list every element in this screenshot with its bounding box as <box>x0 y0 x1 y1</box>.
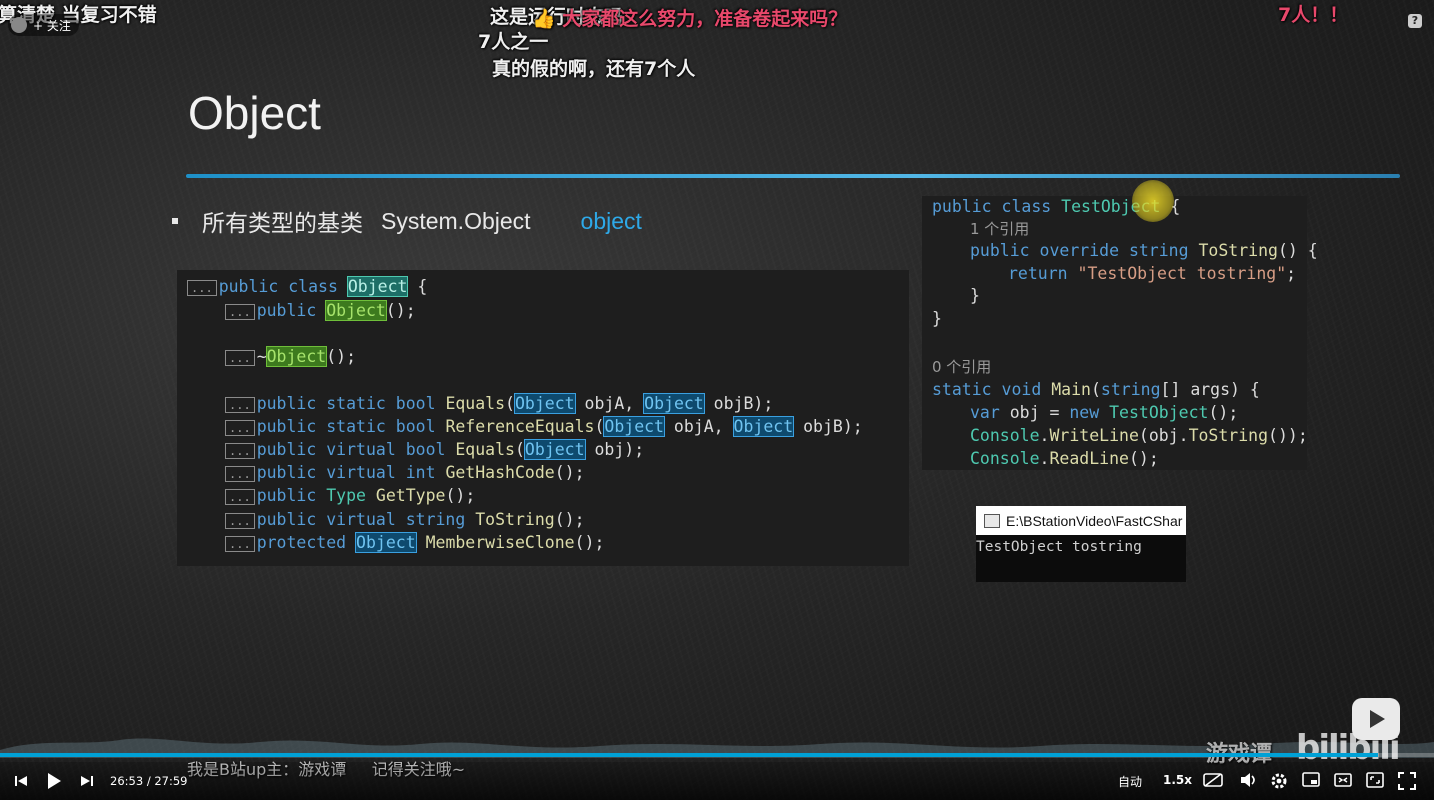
console-output: TestObject tostring <box>976 539 1142 555</box>
console-window: E:\BStationVideo\FastCShar TestObject to… <box>976 506 1186 582</box>
bullet-dot <box>172 218 178 224</box>
bullet-keyword-object: object <box>580 207 642 234</box>
danmaku-comment: 👍 大家都这么努力，准备卷起来吗？ <box>532 8 848 30</box>
code-line: ... protected Object MemberwiseClone(); <box>225 532 604 554</box>
speed-button[interactable]: 1.5x <box>1163 773 1192 787</box>
time-separator: / <box>146 774 151 788</box>
time-display: 26:53 / 27:59 <box>110 774 188 788</box>
console-window-icon <box>984 513 1000 528</box>
progress-bar[interactable] <box>0 753 1434 757</box>
code-line: ... public Type GetType(); <box>225 485 475 507</box>
code-line: ... public static bool ReferenceEquals(Ob… <box>225 416 863 438</box>
danmaku-comment: 真的假的啊，还有7个人 <box>492 58 696 80</box>
picture-in-picture-icon[interactable] <box>1302 772 1320 788</box>
fullscreen-icon[interactable] <box>1398 772 1416 790</box>
code-line: var obj = new TestObject(); <box>970 403 1239 422</box>
reference-count: 0 个引用 <box>932 358 992 376</box>
object-definition-code: ... public class Object { ... public Objec… <box>177 270 909 566</box>
bilibili-tv-icon <box>1352 698 1400 740</box>
follow-label: + 关注 <box>33 18 71 33</box>
next-icon[interactable] <box>80 774 94 788</box>
fold-marker: ... <box>225 419 255 436</box>
code-line: } <box>970 286 980 305</box>
bullet-item: 所有类型的基类 System.Object object <box>172 204 642 238</box>
follow-button[interactable]: + 关注 <box>8 14 79 36</box>
code-line: static void Main(string[] args) { <box>932 380 1260 399</box>
fold-marker: ... <box>225 442 255 459</box>
reference-count: 1 个引用 <box>970 220 1030 238</box>
settings-gear-icon[interactable] <box>1270 772 1288 790</box>
code-line: public override string ToString() { <box>970 241 1318 260</box>
test-object-code: public class TestObject { 1 个引用 public o… <box>922 196 1318 470</box>
quality-button[interactable]: 自动 <box>1118 773 1142 790</box>
fold-marker: ... <box>225 303 255 320</box>
player-controls: 26:53 / 27:59 自动 1.5x <box>0 762 1434 800</box>
console-title: E:\BStationVideo\FastCShar <box>1006 512 1183 529</box>
mouse-highlight <box>1132 180 1174 222</box>
code-line: } <box>932 309 942 328</box>
avatar <box>11 17 27 33</box>
widescreen-icon[interactable] <box>1334 772 1352 788</box>
code-line: Console.WriteLine(obj.ToString()); <box>970 426 1308 445</box>
help-icon[interactable]: ? <box>1408 14 1422 28</box>
code-line: ... ~Object(); <box>225 346 356 368</box>
code-line: ... public Object(); <box>225 300 416 322</box>
danmaku-comment: 7人之一 <box>478 31 549 53</box>
console-titlebar: E:\BStationVideo\FastCShar <box>976 506 1186 535</box>
code-line: ... public virtual string ToString(); <box>225 509 585 531</box>
slide-title: Object <box>188 87 321 139</box>
code-line: return "TestObject tostring"; <box>1008 264 1297 283</box>
title-divider <box>186 174 1400 178</box>
volume-icon[interactable] <box>1240 772 1258 788</box>
fold-marker: ... <box>225 349 255 366</box>
bullet-text-cn: 所有类型的基类 <box>202 210 363 236</box>
danmaku-toggle-icon[interactable] <box>1203 772 1223 788</box>
time-current: 26:53 <box>110 774 144 788</box>
previous-icon[interactable] <box>14 774 28 788</box>
code-line: ... public class Object { <box>187 276 427 298</box>
code-line: ... public virtual int GetHashCode(); <box>225 462 585 484</box>
web-fullscreen-icon[interactable] <box>1366 772 1384 788</box>
fold-marker: ... <box>187 279 217 296</box>
code-line: ... public virtual bool Equals(Object obj… <box>225 439 644 461</box>
play-icon[interactable] <box>46 772 62 790</box>
fold-marker: ... <box>225 465 255 482</box>
video-player[interactable]: Object 所有类型的基类 System.Object object ... p… <box>0 0 1434 800</box>
progress-fill <box>0 753 1378 757</box>
code-line: ... public static bool Equals(Object objA… <box>225 393 773 415</box>
code-line: Console.ReadLine(); <box>970 449 1159 468</box>
fold-marker: ... <box>225 396 255 413</box>
fold-marker: ... <box>225 488 255 505</box>
bullet-text-system-object: System.Object <box>381 207 531 234</box>
fold-marker: ... <box>225 512 255 529</box>
danmaku-comment: 7人！！ <box>1278 4 1349 26</box>
time-total: 27:59 <box>154 774 188 788</box>
fold-marker: ... <box>225 535 255 552</box>
